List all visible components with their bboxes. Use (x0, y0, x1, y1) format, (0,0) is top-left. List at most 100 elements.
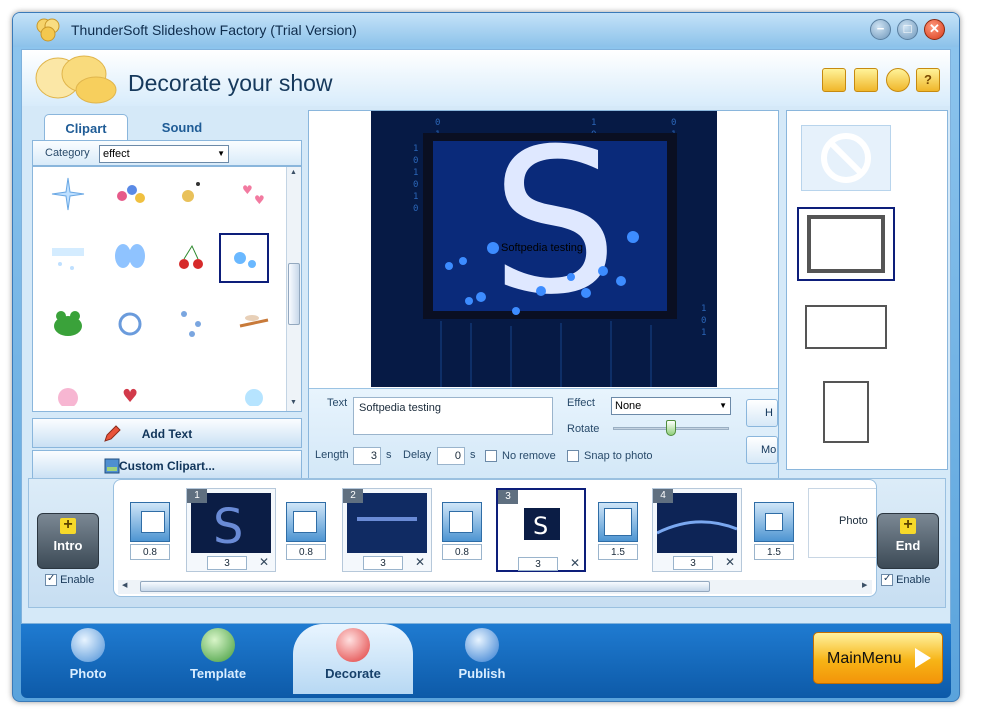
nav-decorate[interactable]: Decorate (293, 624, 413, 694)
maximize-button[interactable]: □ (897, 19, 918, 40)
folder-icon[interactable] (822, 68, 846, 92)
delete-icon[interactable]: ✕ (259, 555, 269, 569)
clipart-grid: ♥ ♥ ♥ ▲ ▼ (32, 166, 302, 412)
clipart-item-sparkle[interactable] (43, 169, 93, 219)
storyboard-scrollbar[interactable]: ◀ ▶ (118, 580, 872, 594)
category-value: effect (103, 148, 130, 160)
clipart-item-cherries[interactable] (167, 233, 217, 283)
page-title: Decorate your show (128, 70, 333, 96)
frame-portrait-option[interactable] (823, 381, 869, 443)
end-enable-checkbox[interactable] (881, 573, 893, 587)
nav-template[interactable]: Template (163, 624, 273, 694)
clipart-item-ornaments[interactable] (105, 169, 155, 219)
transition-duration[interactable]: 0.8 (442, 544, 482, 560)
scene-item-selected[interactable]: S 3 3 ✕ (496, 488, 586, 572)
add-text-label: Add Text (141, 427, 193, 441)
close-button[interactable]: ✕ (924, 19, 945, 40)
scene-duration[interactable]: 3 (518, 557, 558, 571)
nav-publish[interactable]: Publish (427, 624, 537, 694)
scroll-right-icon[interactable]: ▶ (862, 581, 867, 589)
delete-icon[interactable]: ✕ (570, 556, 580, 570)
transition-item[interactable]: 0.8 (128, 502, 172, 562)
transition-item[interactable]: 0.8 (284, 502, 328, 562)
main-menu-button[interactable]: MainMenu (813, 632, 943, 684)
clipart-item-snow[interactable] (43, 233, 93, 283)
transition-duration[interactable]: 1.5 (754, 544, 794, 560)
delete-icon[interactable]: ✕ (725, 555, 735, 569)
tab-sound[interactable]: Sound (140, 114, 224, 140)
transition-item[interactable]: 0.8 (440, 502, 484, 562)
preview-letter: S (491, 111, 618, 339)
rotate-label: Rotate (567, 423, 600, 435)
clipart-item-dragonfly[interactable] (229, 297, 279, 347)
side-button-2[interactable]: Mo (746, 436, 778, 464)
clipart-item-bubbles-gold[interactable] (167, 169, 217, 219)
clipart-item-blue-glow[interactable] (229, 361, 279, 411)
photo-placeholder[interactable]: Photo (808, 488, 876, 558)
clipart-item-ring[interactable] (105, 297, 155, 347)
storyboard-scrollbar-thumb[interactable] (140, 581, 710, 592)
scene-duration[interactable]: 3 (207, 556, 247, 570)
preview-canvas[interactable]: 101010 01 10 01 101 S (371, 111, 717, 387)
length-label: Length (315, 449, 349, 461)
effect-select[interactable]: None ▼ (611, 397, 731, 415)
scroll-up-icon[interactable]: ▲ (290, 169, 297, 176)
scene-item[interactable]: 2 3 ✕ (342, 488, 432, 572)
clipart-item-heart-wings[interactable]: ♥ (105, 361, 155, 411)
clipart-item-balloons[interactable] (167, 297, 217, 347)
svg-text:S: S (533, 512, 548, 540)
minimize-button[interactable]: − (870, 19, 891, 40)
user-icon[interactable] (886, 68, 910, 92)
add-text-button[interactable]: Add Text (32, 418, 302, 448)
category-select[interactable]: effect ▼ (99, 145, 229, 163)
text-input[interactable]: Softpedia testing (353, 397, 553, 435)
rotate-slider-thumb[interactable] (666, 420, 676, 436)
plus-icon: + (900, 517, 916, 534)
overlay-text[interactable]: Softpedia testing (501, 242, 583, 254)
intro-enable[interactable]: Enable (45, 573, 94, 587)
help-icon[interactable]: ? (916, 68, 940, 92)
frame-thin-option[interactable] (805, 305, 887, 349)
clipart-item-hearts[interactable]: ♥ ♥ (229, 169, 279, 219)
intro-button[interactable]: + Intro (37, 513, 99, 569)
clipart-item-butterfly[interactable] (105, 233, 155, 283)
scene-item[interactable]: 4 3 ✕ (652, 488, 742, 572)
transition-item[interactable]: 1.5 (752, 502, 796, 562)
clipart-item-pink-glow[interactable] (43, 361, 93, 411)
end-enable[interactable]: Enable (881, 573, 930, 587)
save-icon[interactable] (854, 68, 878, 92)
intro-enable-checkbox[interactable] (45, 573, 57, 587)
snap-to-photo-checkbox[interactable] (567, 450, 579, 462)
clipart-scrollbar[interactable]: ▲ ▼ (286, 167, 301, 411)
nav-photo[interactable]: Photo (33, 624, 143, 694)
frame-thick-option[interactable] (797, 207, 895, 281)
delete-icon[interactable]: ✕ (415, 555, 425, 569)
scroll-down-icon[interactable]: ▼ (290, 399, 297, 406)
chevron-down-icon: ▼ (719, 401, 727, 410)
no-remove-checkbox[interactable] (485, 450, 497, 462)
svg-text:1: 1 (701, 304, 706, 314)
transition-duration[interactable]: 0.8 (130, 544, 170, 560)
frame-panel (786, 110, 948, 470)
delay-label: Delay (403, 449, 432, 461)
clipart-item-frog[interactable] (43, 297, 93, 347)
transition-duration[interactable]: 0.8 (286, 544, 326, 560)
frame-none-option[interactable] (801, 125, 891, 191)
title-bar[interactable]: ThunderSoft Slideshow Factory (Trial Ver… (13, 13, 959, 47)
scene-item[interactable]: S 1 3 ✕ (186, 488, 276, 572)
custom-clipart-button[interactable]: Custom Clipart... (32, 450, 302, 480)
delay-input[interactable]: 0 (437, 447, 465, 465)
length-input[interactable]: 3 (353, 447, 381, 465)
scrollbar-thumb[interactable] (288, 263, 300, 325)
transition-item[interactable]: 1.5 (596, 502, 640, 562)
clipart-item-bubbles[interactable] (219, 233, 269, 283)
scroll-left-icon[interactable]: ◀ (122, 581, 127, 589)
photo-icon (71, 628, 105, 662)
tab-clipart[interactable]: Clipart (44, 114, 128, 140)
side-button-1[interactable]: H (746, 399, 778, 427)
transition-duration[interactable]: 1.5 (598, 544, 638, 560)
scene-duration[interactable]: 3 (673, 556, 713, 570)
preview-panel: 101010 01 10 01 101 S (308, 110, 779, 483)
end-button[interactable]: + End (877, 513, 939, 569)
scene-duration[interactable]: 3 (363, 556, 403, 570)
